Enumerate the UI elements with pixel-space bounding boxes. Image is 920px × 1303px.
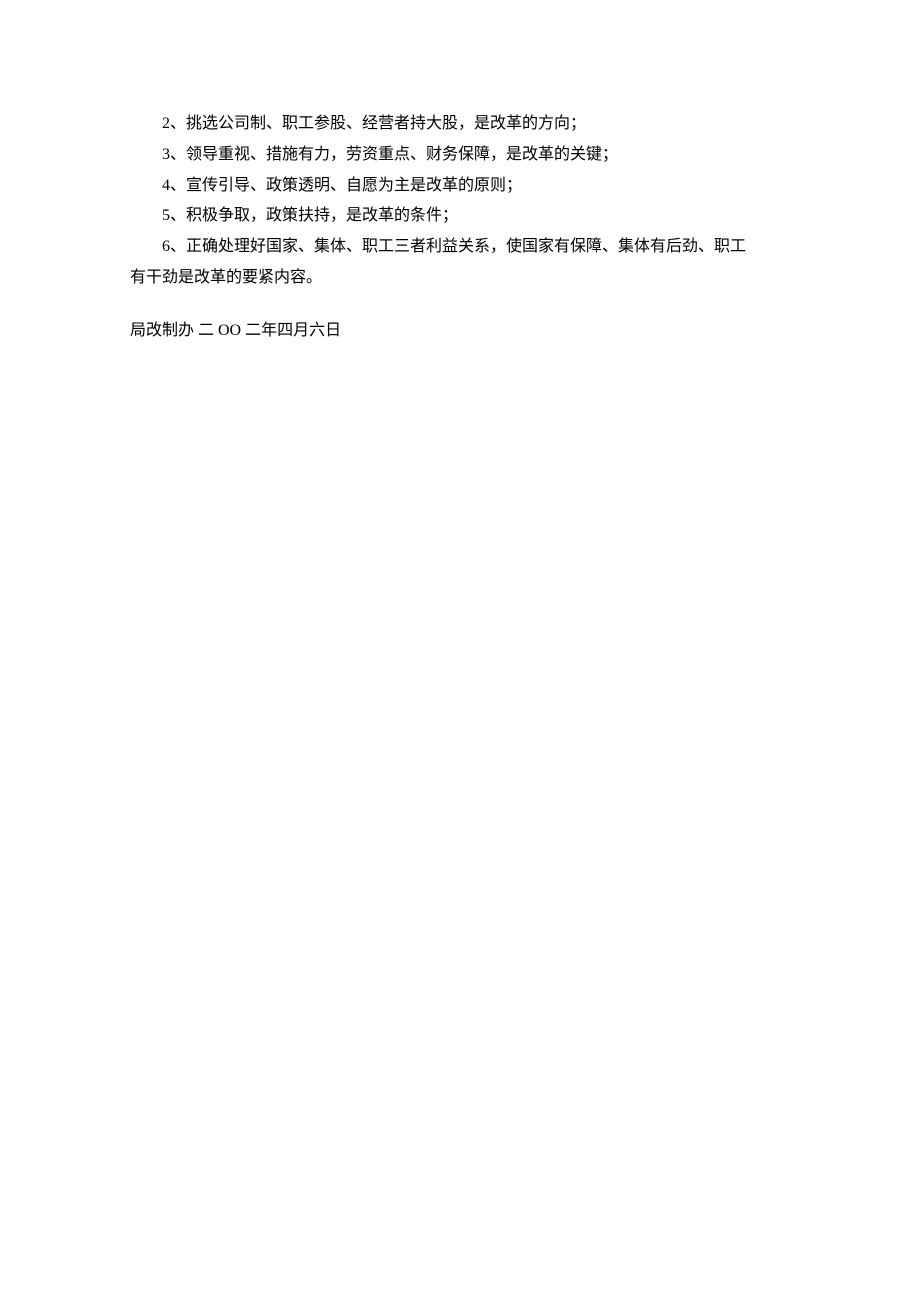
list-item-3: 3、领导重视、措施有力，劳资重点、财务保障，是改革的关键； [130, 141, 790, 170]
signature-line: 局改制办 二 OO 二年四月六日 [130, 317, 790, 346]
list-item-5: 5、积极争取，政策扶持，是改革的条件； [130, 202, 790, 231]
list-item-2: 2、挑选公司制、职工参股、经营者持大股，是改革的方向； [130, 110, 790, 139]
list-item-6-line2: 有干劲是改革的要紧内容。 [130, 264, 790, 293]
list-item-6-line1: 6、正确处理好国家、集体、职工三者利益关系，使国家有保障、集体有后劲、职工 [130, 233, 790, 262]
list-item-4: 4、宣传引导、政策透明、自愿为主是改革的原则； [130, 172, 790, 201]
